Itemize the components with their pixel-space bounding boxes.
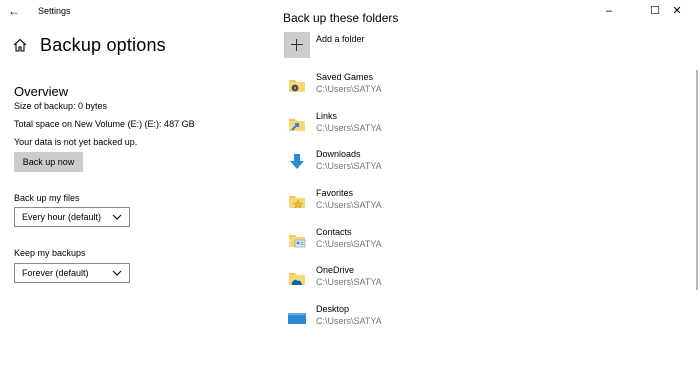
folder-path: C:\Users\SATYA [316, 84, 382, 94]
overview-heading: Overview [14, 84, 69, 99]
folder-item-links[interactable]: Links C:\Users\SATYA [284, 111, 584, 143]
minimize-button[interactable]: – [586, 0, 632, 22]
folders-heading: Back up these folders [283, 11, 399, 25]
keep-backups-value: Forever (default) [22, 268, 89, 278]
folder-path: C:\Users\SATYA [316, 200, 382, 210]
plus-icon [291, 44, 303, 45]
backup-status-text: Your data is not yet backed up. [14, 137, 138, 147]
folder-item-onedrive[interactable]: OneDrive C:\Users\SATYA [284, 265, 584, 297]
backup-frequency-value: Every hour (default) [22, 212, 102, 222]
add-folder-button[interactable] [284, 32, 310, 58]
home-icon[interactable] [12, 37, 28, 53]
backup-frequency-label: Back up my files [14, 193, 80, 203]
folder-name: OneDrive [316, 265, 355, 275]
folder-item-contacts[interactable]: Contacts C:\Users\SATYA [284, 227, 584, 259]
folder-path: C:\Users\SATYA [316, 277, 382, 287]
vertical-scrollbar[interactable] [696, 70, 698, 290]
downloads-folder-icon [290, 154, 304, 169]
chevron-down-icon [112, 214, 122, 220]
folder-path: C:\Users\SATYA [316, 123, 382, 133]
backup-frequency-select[interactable]: Every hour (default) [14, 207, 130, 227]
contacts-folder-icon [289, 235, 306, 248]
folder-path: C:\Users\SATYA [316, 161, 382, 171]
favorites-folder-icon [289, 196, 305, 209]
folder-item-saved-games[interactable]: Saved Games C:\Users\SATYA [284, 72, 584, 104]
folder-name: Desktop [316, 304, 350, 314]
links-folder-icon [289, 119, 305, 131]
close-button[interactable]: ✕ [654, 0, 700, 22]
total-space-text: Total space on New Volume (E:) (E:): 487… [14, 119, 195, 129]
keep-backups-select[interactable]: Forever (default) [14, 263, 130, 283]
page-title: Backup options [40, 35, 166, 55]
folder-name: Contacts [316, 227, 352, 237]
onedrive-folder-icon [289, 273, 305, 285]
folder-name: Links [316, 111, 338, 121]
desktop-folder-icon [288, 313, 306, 324]
folder-name: Saved Games [316, 72, 374, 82]
folder-item-desktop[interactable]: Desktop C:\Users\SATYA [284, 304, 584, 336]
folder-item-downloads[interactable]: Downloads C:\Users\SATYA [284, 149, 584, 181]
folder-item-favorites[interactable]: Favorites C:\Users\SATYA [284, 188, 584, 220]
chevron-down-icon [112, 270, 122, 276]
folder-path: C:\Users\SATYA [316, 239, 382, 249]
back-arrow-icon[interactable]: ← [6, 3, 22, 19]
folder-name: Favorites [316, 188, 354, 198]
add-folder-label[interactable]: Add a folder [316, 34, 365, 44]
keep-backups-label: Keep my backups [14, 248, 86, 258]
saved-games-folder-icon [289, 80, 305, 92]
back-up-now-button[interactable]: Back up now [14, 152, 83, 172]
backup-size-text: Size of backup: 0 bytes [14, 101, 108, 111]
app-title: Settings [38, 6, 71, 16]
folder-path: C:\Users\SATYA [316, 316, 382, 326]
folder-name: Downloads [316, 149, 361, 159]
